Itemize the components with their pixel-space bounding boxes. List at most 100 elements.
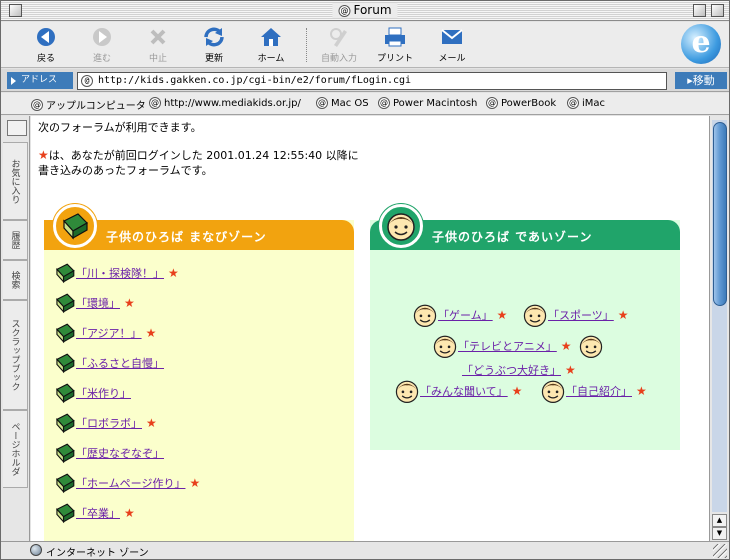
favorite-link[interactable]: @ アップルコンピュータ xyxy=(31,97,146,112)
mail-icon xyxy=(441,29,463,44)
new-star-icon: ★ xyxy=(560,339,572,353)
address-label[interactable]: アドレス xyxy=(7,72,73,89)
book-icon xyxy=(56,473,75,494)
home-icon xyxy=(261,28,281,46)
url-input[interactable]: @ http://kids.gakken.co.jp/cgi-bin/e2/fo… xyxy=(77,72,667,90)
forum-link[interactable]: 「どうぶつ大好き」 xyxy=(462,362,561,378)
refresh-button[interactable]: 更新 xyxy=(187,25,241,64)
tab-history[interactable]: 履歴 xyxy=(3,220,28,260)
book-icon xyxy=(56,293,75,314)
favorite-link[interactable]: @ Power Macintosh xyxy=(378,97,477,109)
zoom-box[interactable] xyxy=(693,4,706,17)
resize-handle[interactable] xyxy=(713,544,727,558)
forum-link-row[interactable]: 「ふるさと自慢」 xyxy=(54,352,164,374)
forum-link[interactable]: 「ふるさと自慢」 xyxy=(76,355,164,371)
new-star-icon: ★ xyxy=(38,148,49,162)
forum-link-row[interactable]: 「川・探検隊！」 ★ xyxy=(54,262,179,284)
forum-link[interactable]: 「ホームページ作り」 xyxy=(76,475,185,491)
autofill-button[interactable]: 自動入力 xyxy=(312,25,366,64)
forum-link-row[interactable]: 「みんな聞いて」 ★ xyxy=(394,378,522,404)
forum-link-row[interactable]: 「ゲーム」 ★ xyxy=(412,302,507,328)
address-bar: アドレス @ http://kids.gakken.co.jp/cgi-bin/… xyxy=(1,69,729,92)
go-button[interactable]: ▸移動 xyxy=(675,72,727,89)
at-icon: @ xyxy=(316,97,328,109)
forum-link[interactable]: 「自己紹介」 xyxy=(566,383,632,399)
favorite-link[interactable]: @ http://www.mediakids.or.jp/ xyxy=(149,97,301,109)
title-bar[interactable]: @ Forum xyxy=(1,1,729,21)
browser-window: @ Forum 戻る 進む 中止 更新 ホーム 自動入力 プリント メール e … xyxy=(0,0,730,560)
scroll-thumb[interactable] xyxy=(713,122,727,306)
smiley-face-icon xyxy=(433,335,457,358)
new-star-icon: ★ xyxy=(124,296,135,310)
forum-link[interactable]: 「テレビとアニメ」 xyxy=(458,338,557,354)
new-posts-note: ★は、あなたが前回ログインした 2001.01.24 12:55:40 以降に … xyxy=(38,148,359,177)
forum-link[interactable]: 「ゲーム」 xyxy=(438,307,493,323)
forum-link[interactable]: 「スポーツ」 xyxy=(548,307,614,323)
back-button[interactable]: 戻る xyxy=(19,25,73,64)
print-icon xyxy=(385,27,405,47)
close-box[interactable] xyxy=(9,4,22,17)
forward-button[interactable]: 進む xyxy=(75,25,129,64)
at-icon: @ xyxy=(149,97,161,109)
mail-button[interactable]: メール xyxy=(425,25,479,64)
manabi-zone-panel: 子供のひろば まなびゾーン 「川・探検隊！」 ★ 「環境」 ★ 「アジア！」 ★ 「ふ… xyxy=(44,204,354,541)
at-icon: @ xyxy=(81,75,93,87)
forum-link-row[interactable]: 「卒業」 ★ xyxy=(54,502,135,524)
forum-link[interactable]: 「環境」 xyxy=(76,295,120,311)
forum-link[interactable]: 「米作り」 xyxy=(76,385,131,401)
page-content: 次のフォーラムが利用できます。 ★は、あなたが前回ログインした 2001.01.… xyxy=(31,116,709,541)
new-star-icon: ★ xyxy=(565,363,576,377)
tab-favorites[interactable]: お気に入り xyxy=(3,142,28,220)
forum-link-row[interactable]: 「テレビとアニメ」 ★ xyxy=(432,333,604,359)
new-star-icon: ★ xyxy=(617,308,629,322)
smiley-face-icon xyxy=(523,304,547,327)
tab-scrapbook[interactable]: スクラップブック xyxy=(3,300,28,410)
scroll-down-button[interactable]: ▼ xyxy=(712,527,727,540)
forum-link-row[interactable]: 「環境」 ★ xyxy=(54,292,135,314)
tab-search[interactable]: 検索 xyxy=(3,260,28,300)
sidebar-toggle[interactable] xyxy=(7,120,27,136)
forum-link-row[interactable]: 「アジア！」 ★ xyxy=(54,322,156,344)
smiley-face-icon xyxy=(379,204,423,248)
autofill-icon xyxy=(330,28,347,47)
forum-link[interactable]: 「歴史なぞなぞ」 xyxy=(76,445,164,461)
scroll-up-button[interactable]: ▲ xyxy=(712,514,727,527)
favorite-link[interactable]: @ PowerBook xyxy=(486,97,556,109)
vertical-scrollbar[interactable]: ▲ ▼ xyxy=(709,116,729,541)
forum-link-row[interactable]: 「どうぶつ大好き」 ★ xyxy=(462,362,576,378)
forum-link-row[interactable]: 「ロボラボ」 ★ xyxy=(54,412,157,434)
new-star-icon: ★ xyxy=(168,266,179,280)
deai-zone-panel: 子供のひろば であいゾーン 「ゲーム」 ★ 「スポーツ」 ★ 「テレビとアニメ」 ★ … xyxy=(370,204,680,450)
tab-page-holder[interactable]: ページホルダ xyxy=(3,410,28,488)
book-icon xyxy=(53,204,97,248)
at-icon: @ xyxy=(567,97,579,109)
forum-link[interactable]: 「ロボラボ」 xyxy=(76,415,142,431)
stop-icon xyxy=(150,29,166,45)
stop-button[interactable]: 中止 xyxy=(131,25,185,64)
status-zone: インターネット ゾーン xyxy=(46,548,149,559)
favorite-link[interactable]: @ iMac xyxy=(567,97,605,109)
forum-link-row[interactable]: 「歴史なぞなぞ」 xyxy=(54,442,164,464)
forum-link-row[interactable]: 「ホームページ作り」 ★ xyxy=(54,472,200,494)
book-icon xyxy=(56,263,75,284)
favorite-link[interactable]: @ Mac OS xyxy=(316,97,369,109)
print-button[interactable]: プリント xyxy=(368,25,422,64)
forum-link-row[interactable]: 「スポーツ」 ★ xyxy=(522,302,629,328)
home-button[interactable]: ホーム xyxy=(244,25,298,64)
new-star-icon: ★ xyxy=(189,476,201,490)
new-star-icon: ★ xyxy=(124,506,135,520)
forum-link-row[interactable]: 「米作り」 xyxy=(54,382,131,404)
forum-link[interactable]: 「アジア！」 xyxy=(76,325,142,341)
globe-icon xyxy=(30,544,42,556)
forum-link[interactable]: 「卒業」 xyxy=(76,505,120,521)
forum-link-row[interactable]: 「自己紹介」 ★ xyxy=(540,378,647,404)
toolbar: 戻る 進む 中止 更新 ホーム 自動入力 プリント メール e xyxy=(1,22,729,68)
collapse-box[interactable] xyxy=(711,4,724,17)
scroll-track[interactable] xyxy=(712,120,727,512)
toolbar-separator xyxy=(306,28,307,62)
forum-link[interactable]: 「みんな聞いて」 xyxy=(420,383,508,399)
favorites-bar: @ アップルコンピュータ @ http://www.mediakids.or.jp/… xyxy=(1,93,729,115)
at-icon: @ xyxy=(31,98,43,111)
forum-link[interactable]: 「川・探検隊！」 xyxy=(76,265,164,281)
browser-logo-icon: e xyxy=(681,24,721,64)
